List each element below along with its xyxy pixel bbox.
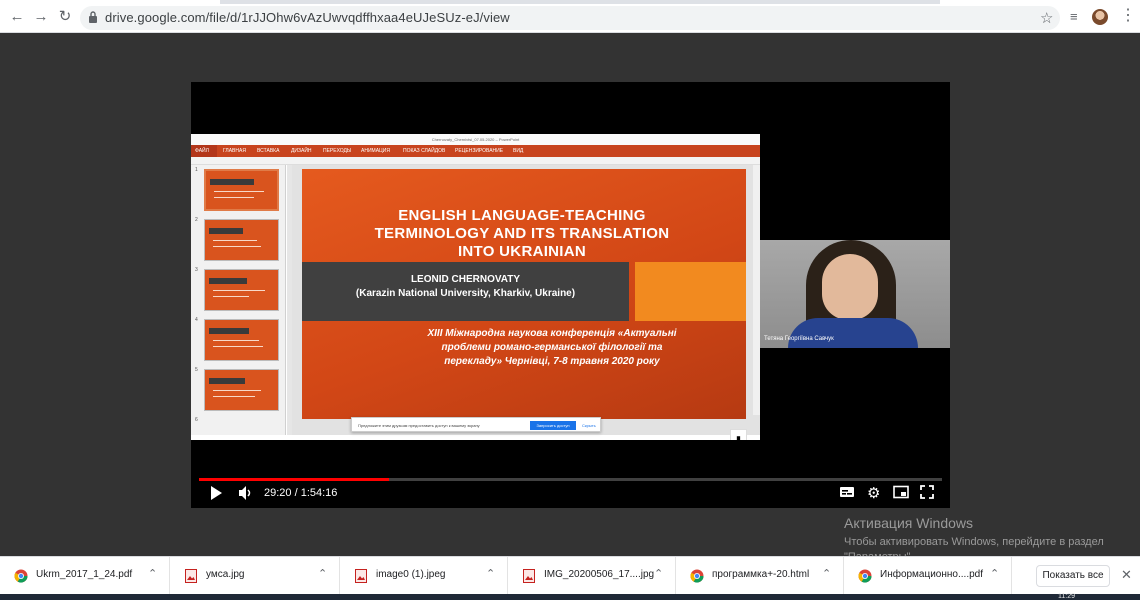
profile-avatar[interactable] (1092, 9, 1108, 25)
powerpoint-titlebar: Chernovaty_Chernivtsi_07.05.2020 – Power… (191, 134, 760, 145)
time-display: 29:20 / 1:54:16 (264, 487, 337, 499)
slide-title-line: INTO UKRAINIAN (457, 243, 587, 260)
captions-button[interactable] (839, 485, 855, 504)
download-item[interactable]: image0 (1).jpeg ⌃ (340, 557, 508, 595)
download-filename: Ukrm_2017_1_24.pdf (36, 569, 133, 580)
tab-active[interactable] (0, 0, 220, 4)
download-filename: Информационно....pdf (880, 569, 983, 580)
windows-taskbar (0, 594, 1140, 600)
download-filename: умса.jpg (206, 569, 245, 580)
chrome-icon (690, 569, 704, 583)
bookmark-icon: ▮ (730, 429, 747, 440)
image-file-icon (355, 569, 367, 583)
slide-thumbnail (204, 369, 279, 411)
image-file-icon (185, 569, 197, 583)
lock-icon (89, 11, 97, 23)
address-bar[interactable]: drive.google.com/file/d/1rJJOhw6vAzUwvqd… (80, 6, 1060, 30)
download-item[interactable]: IMG_20200506_17....jpg ⌃ (508, 557, 676, 595)
slide-thumbnail (204, 319, 279, 361)
participant-webcam: Тетяна Георгіївна Савчук (760, 240, 950, 348)
shared-screen: Chernovaty_Chernivtsi_07.05.2020 – Power… (191, 134, 760, 440)
system-clock: 11:29 (1058, 593, 1075, 600)
settings-button[interactable]: ⚙ (867, 485, 880, 503)
progress-played (199, 478, 390, 481)
conference-line: XIII Міжнародна наукова конференція «Акт… (427, 328, 677, 339)
browser-toolbar: ← → ↻ drive.google.com/file/d/1rJJOhw6vA… (0, 0, 1140, 33)
time-separator: / (291, 487, 301, 499)
editor-scrollbar (753, 165, 760, 415)
participant-face (822, 254, 878, 320)
reading-list-icon[interactable]: ≡ (1070, 9, 1078, 24)
participant-name: Тетяна Георгіївна Савчук (764, 336, 834, 342)
drive-access-toast: Предложите этим друзьям предоставить дос… (351, 417, 601, 432)
download-item[interactable]: умса.jpg ⌃ (170, 557, 340, 595)
chevron-up-icon[interactable]: ⌃ (654, 567, 663, 580)
volume-icon (239, 486, 251, 500)
reload-button[interactable]: ↻ (56, 8, 74, 26)
arrow-left-icon: ← (9, 8, 25, 25)
slide-editor: ENGLISH LANGUAGE-TEACHING TERMINOLOGY AN… (292, 165, 760, 435)
chevron-up-icon[interactable]: ⌃ (990, 567, 999, 580)
author-block: LEONID CHERNOVATY (Karazin National Univ… (302, 273, 629, 301)
author-affiliation: (Karazin National University, Kharkiv, U… (355, 288, 576, 299)
current-slide: ENGLISH LANGUAGE-TEACHING TERMINOLOGY AN… (302, 169, 746, 419)
slide-thumbnails: 1 2 3 4 5 6 (191, 165, 286, 435)
forward-button[interactable]: → (32, 8, 50, 26)
fullscreen-icon (920, 485, 934, 499)
slide-title-line: ENGLISH LANGUAGE-TEACHING (398, 207, 646, 224)
activation-watermark-line: Чтобы активировать Windows, перейдите в … (844, 536, 1104, 548)
conference-line: проблеми романо-германської філології та (441, 342, 663, 353)
slide-thumbnail (204, 219, 279, 261)
arrow-right-icon: → (33, 8, 49, 25)
download-filename: image0 (1).jpeg (376, 569, 446, 580)
tab-strip (0, 0, 1140, 4)
miniplayer-button[interactable] (893, 485, 909, 504)
download-filename: программка+-20.html (712, 569, 810, 580)
powerpoint-ribbon: ФАЙЛ ГЛАВНАЯ ВСТАВКА ДИЗАЙН ПЕРЕХОДЫ АНИ… (191, 145, 760, 157)
chevron-up-icon[interactable]: ⌃ (486, 567, 495, 580)
chrome-icon (14, 569, 28, 583)
video-player[interactable]: Chernovaty_Chernivtsi_07.05.2020 – Power… (191, 82, 950, 508)
activation-watermark-title: Активация Windows (844, 515, 974, 531)
slide-thumbnail (204, 169, 279, 211)
volume-button[interactable] (238, 485, 254, 506)
slide-title-line: TERMINOLOGY AND ITS TRANSLATION (374, 225, 670, 242)
reload-icon: ↻ (58, 8, 72, 25)
fullscreen-button[interactable] (920, 485, 934, 504)
accent-box (635, 262, 746, 321)
ribbon-toolbar (191, 157, 760, 165)
progress-bar[interactable] (199, 478, 942, 481)
conference-text: XIII Міжнародна наукова конференція «Акт… (362, 327, 742, 369)
download-filename: IMG_20200506_17....jpg (544, 569, 655, 580)
participant-shirt (788, 318, 918, 348)
current-time: 29:20 (264, 487, 292, 499)
show-all-downloads-button[interactable]: Показать все (1036, 565, 1110, 587)
chrome-icon (858, 569, 872, 583)
more-menu-icon[interactable]: ⋮ (1120, 8, 1136, 24)
slide-title: ENGLISH LANGUAGE-TEACHING TERMINOLOGY AN… (332, 207, 712, 261)
chevron-up-icon[interactable]: ⌃ (822, 567, 831, 580)
author-name: LEONID CHERNOVATY (410, 274, 521, 285)
download-item[interactable]: программка+-20.html ⌃ (676, 557, 844, 595)
conference-line: перекладу» Чернівці, 7-8 травня 2020 рок… (444, 356, 660, 367)
download-item[interactable]: Информационно....pdf ⌃ (844, 557, 1012, 595)
duration: 1:54:16 (300, 487, 338, 499)
image-file-icon (523, 569, 535, 583)
chevron-up-icon[interactable]: ⌃ (318, 567, 327, 580)
play-icon (211, 486, 222, 500)
url-text[interactable]: drive.google.com/file/d/1rJJOhw6vAzUwvqd… (105, 10, 510, 25)
bookmark-star-icon[interactable]: ☆ (1040, 9, 1053, 27)
chevron-up-icon[interactable]: ⌃ (148, 567, 157, 580)
slide-thumbnail (204, 269, 279, 311)
captions-icon (840, 487, 854, 497)
miniplayer-icon (893, 485, 909, 499)
play-button[interactable] (209, 485, 223, 506)
back-button[interactable]: ← (8, 8, 26, 26)
tab-inactive[interactable] (940, 0, 1140, 4)
close-icon[interactable]: ✕ (1121, 567, 1132, 583)
download-item[interactable]: Ukrm_2017_1_24.pdf ⌃ (0, 557, 170, 595)
gear-icon: ⚙ (867, 485, 881, 502)
downloads-bar: Ukrm_2017_1_24.pdf ⌃ умса.jpg ⌃ image0 (… (0, 556, 1140, 595)
